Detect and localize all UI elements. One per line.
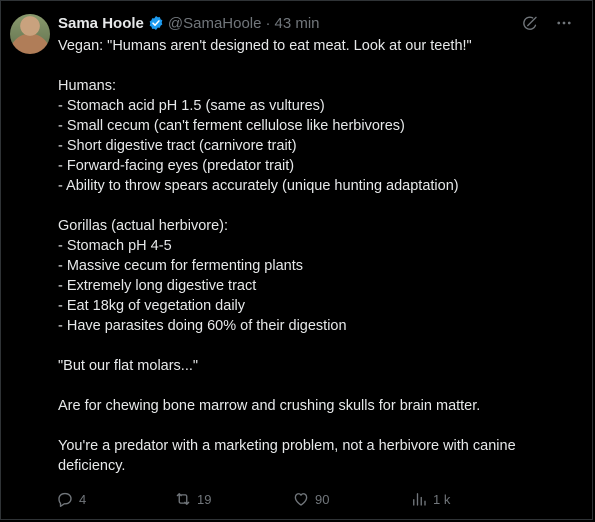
views-icon [410, 490, 428, 508]
more-icon[interactable] [555, 14, 573, 32]
avatar[interactable] [10, 14, 50, 54]
like-button[interactable]: 90 [292, 490, 410, 508]
verified-badge-icon [148, 15, 164, 31]
repost-count: 19 [197, 491, 212, 507]
reply-icon [56, 490, 74, 508]
tweet-card[interactable]: Sama Hoole @SamaHoole · 43 min Vegan: "H… [0, 0, 595, 522]
tweet-secondary-actions [564, 492, 595, 522]
like-count: 90 [315, 491, 330, 507]
tweet-text: Vegan: "Humans aren't designed to eat me… [58, 38, 516, 474]
grok-icon[interactable] [521, 14, 539, 32]
reply-button[interactable]: 4 [56, 490, 174, 508]
repost-icon [174, 490, 192, 508]
repost-button[interactable]: 19 [174, 490, 292, 508]
tweet-action-bar: 4 19 90 1 k [56, 487, 595, 522]
author-name[interactable]: Sama Hoole [58, 15, 144, 32]
reply-count: 4 [79, 491, 87, 507]
author-handle[interactable]: @SamaHoole [168, 15, 262, 32]
tweet-header: Sama Hoole @SamaHoole · 43 min [58, 13, 320, 33]
timestamp[interactable]: 43 min [274, 15, 319, 32]
views-button[interactable]: 1 k [410, 490, 524, 508]
views-count: 1 k [433, 491, 451, 507]
separator-dot: · [265, 14, 271, 32]
tweet-top-actions [521, 14, 573, 32]
heart-icon [292, 490, 310, 508]
